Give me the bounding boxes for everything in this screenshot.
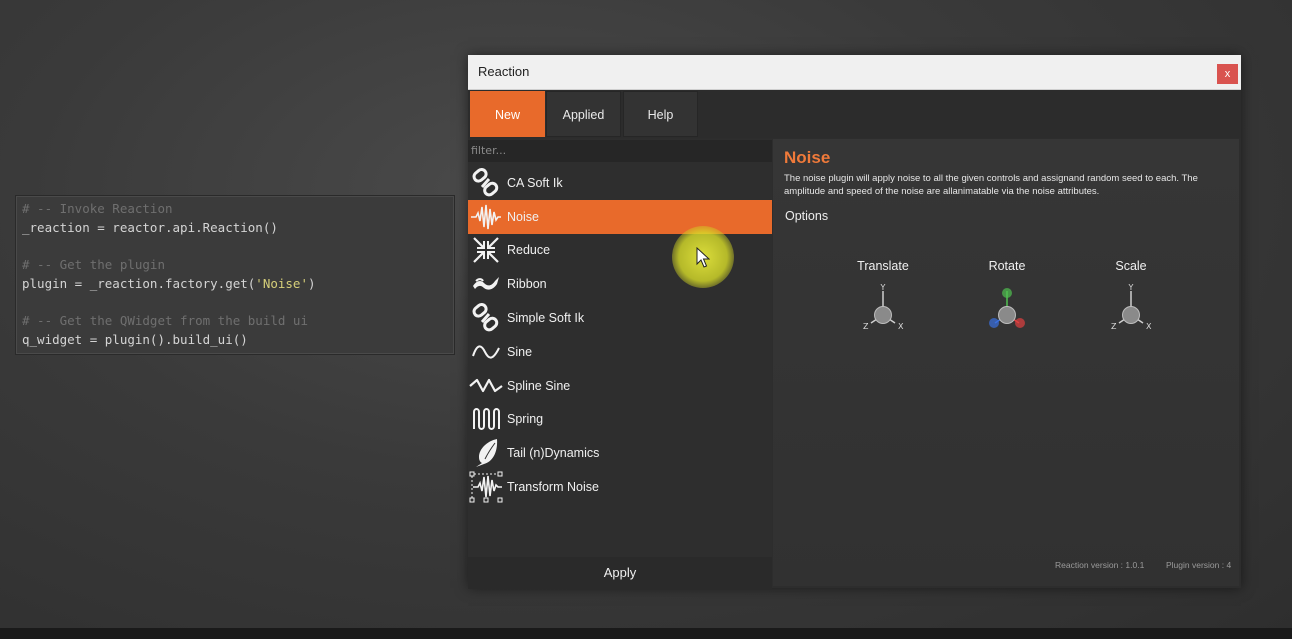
svg-text:X: X: [898, 322, 904, 331]
plugin-title: Noise: [784, 148, 831, 167]
axis-translate: Translate Y Z X: [833, 259, 933, 343]
sine-wave-icon: [469, 337, 503, 367]
code-comment-line: # -- Get the QWidget from the build ui: [22, 313, 308, 328]
axis-label: Scale: [1115, 259, 1147, 273]
transform-noise-icon: [469, 471, 503, 503]
plugin-item-label: Sine: [507, 344, 533, 359]
svg-text:Z: Z: [863, 322, 869, 331]
plugin-description: The noise plugin will apply noise to all…: [784, 173, 1198, 197]
code-line: q_widget = plugin().build_ui(): [22, 332, 248, 347]
plugin-item-label: Transform Noise: [507, 480, 599, 495]
code-comment-line: # -- Get the plugin: [22, 257, 165, 272]
tab-bar: New Applied Help: [468, 90, 1241, 138]
code-line: plugin = _reaction.factory.get('Noise'): [22, 274, 454, 293]
axis-rotate: Rotate: [957, 259, 1057, 343]
plugin-item-label: Spline Sine: [507, 378, 571, 393]
plugin-item-noise[interactable]: Noise: [468, 199, 772, 234]
plugin-detail-panel: Noise The noise plugin will apply noise …: [773, 139, 1239, 586]
spline-sine-icon: [469, 371, 503, 401]
noise-waveform-icon: [469, 202, 503, 232]
svg-text:X: X: [1146, 322, 1152, 331]
reaction-window: Reaction x New Applied Help CA Soft Ik No…: [468, 55, 1241, 589]
plugin-item-label: Ribbon: [507, 277, 547, 292]
code-comment-line: # -- Invoke Reaction: [22, 201, 173, 216]
axis-label: Rotate: [988, 259, 1026, 273]
plugin-list-panel: CA Soft Ik Noise Reduce Ribbon Simple Soft I…: [468, 139, 772, 589]
code-text: ): [307, 276, 316, 291]
plugin-item-label: Tail (n)Dynamics: [507, 446, 600, 461]
plugin-version: Plugin version : 4: [1166, 560, 1232, 570]
reduce-arrows-icon: [469, 235, 503, 265]
apply-button[interactable]: Apply: [468, 557, 772, 589]
svg-text:Y: Y: [880, 283, 886, 292]
axis-gizmo-rotate[interactable]: [972, 283, 1042, 343]
axis-scale: Scale Y Z X: [1081, 259, 1181, 343]
plugin-item-spline-sine[interactable]: Spline Sine: [468, 369, 772, 403]
code-line: _reaction = reactor.api.Reaction(): [22, 220, 278, 235]
spring-icon: [469, 404, 503, 434]
options-label: Options: [785, 209, 829, 223]
plugin-item-label: Simple Soft Ik: [507, 311, 585, 326]
svg-text:Y: Y: [1128, 283, 1134, 292]
axis-label: Translate: [857, 259, 909, 273]
code-editor-panel: # -- Invoke Reaction _reaction = reactor.…: [15, 195, 455, 355]
plugin-item-label: CA Soft Ik: [507, 175, 563, 190]
plugin-item-label: Spring: [507, 412, 544, 427]
plugin-item-tail-n-dynamics[interactable]: Tail (n)Dynamics: [468, 436, 772, 470]
tab-applied[interactable]: Applied: [546, 91, 621, 137]
svg-text:Z: Z: [1111, 322, 1117, 331]
code-text: plugin = _reaction.factory.get(: [22, 276, 256, 291]
tab-help[interactable]: Help: [623, 91, 698, 137]
chain-link-icon: [469, 167, 503, 198]
plugin-item-ca-soft-ik[interactable]: CA Soft Ik: [468, 166, 772, 200]
mouse-cursor-icon: [696, 247, 710, 268]
code-string: 'Noise': [255, 276, 308, 291]
plugin-item-spring[interactable]: Spring: [468, 403, 772, 437]
window-title: Reaction: [478, 64, 530, 79]
plugin-item-label: Noise: [507, 209, 539, 224]
plugin-list: CA Soft Ik Noise Reduce Ribbon Simple Soft I…: [468, 166, 772, 504]
title-bar[interactable]: Reaction x: [468, 55, 1241, 90]
chain-link-icon: [469, 303, 503, 333]
ribbon-icon: [469, 269, 503, 299]
reaction-version: Reaction version : 1.0.1: [1055, 560, 1145, 570]
axis-gizmo-scale[interactable]: Y Z X: [1096, 283, 1166, 343]
plugin-item-transform-noise[interactable]: Transform Noise: [468, 470, 772, 504]
plugin-item-sine[interactable]: Sine: [468, 335, 772, 369]
bottom-strip: [0, 628, 1292, 639]
tab-new[interactable]: New: [470, 91, 545, 137]
plugin-item-simple-soft-ik[interactable]: Simple Soft Ik: [468, 301, 772, 335]
tail-feather-icon: [469, 438, 503, 468]
axis-gizmo-translate[interactable]: Y Z X: [848, 283, 918, 343]
close-button[interactable]: x: [1217, 64, 1238, 84]
filter-input[interactable]: [468, 140, 772, 162]
plugin-item-label: Reduce: [507, 243, 551, 258]
